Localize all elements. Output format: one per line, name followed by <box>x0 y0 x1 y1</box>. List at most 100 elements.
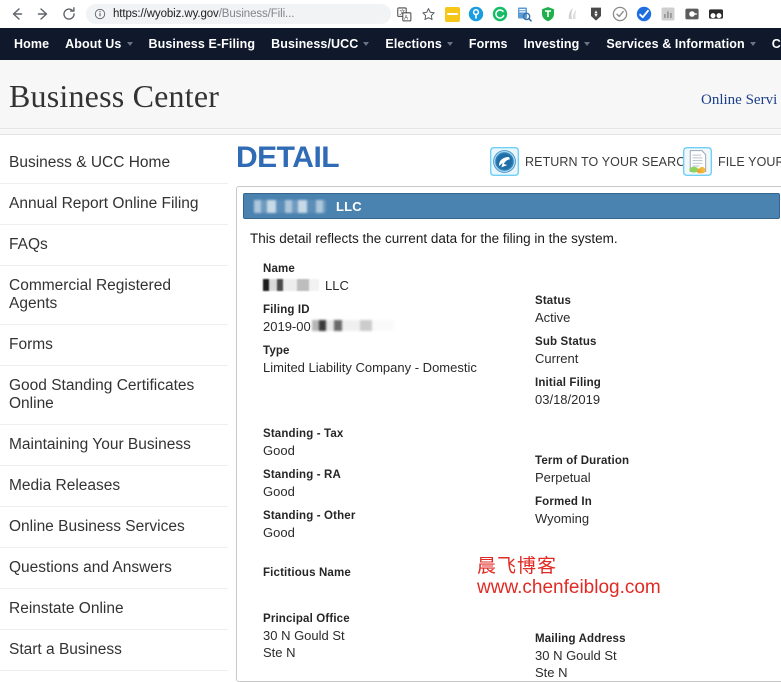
file-your-link[interactable]: FILE YOUR <box>683 147 781 176</box>
star-icon[interactable] <box>417 3 439 25</box>
sidebar-item-label: Commercial Registered Agents <box>9 277 171 312</box>
sidebar-item-questions-and-answers[interactable]: Questions and Answers <box>0 548 228 589</box>
field-formed-in: Formed In Wyoming <box>535 495 781 527</box>
field-name-label: Name <box>263 262 543 277</box>
nav-label: Elections <box>385 37 441 51</box>
chevron-down-icon <box>750 42 756 46</box>
nav-item-forms[interactable]: Forms <box>469 37 508 51</box>
sidebar-item-reinstate-online[interactable]: Reinstate Online <box>0 589 228 630</box>
extension-key-icon[interactable] <box>465 3 487 25</box>
back-arrow-icon[interactable] <box>4 1 30 27</box>
nav-item-contact[interactable]: Contact <box>772 37 781 51</box>
nav-item-about-us[interactable]: About Us <box>65 37 132 51</box>
field-mailing-address-label: Mailing Address <box>535 632 781 647</box>
nav-item-services-information[interactable]: Services & Information <box>606 37 755 51</box>
field-name: Name LLC <box>263 262 543 294</box>
extension-swirl-icon[interactable] <box>561 3 583 25</box>
field-type: Type Limited Liability Company - Domesti… <box>263 344 543 376</box>
field-status-value: Active <box>535 309 781 326</box>
field-standing-other-label: Standing - Other <box>263 509 543 524</box>
field-standing-ra-label: Standing - RA <box>263 468 543 483</box>
extension-dictionary-icon[interactable] <box>513 3 535 25</box>
return-to-search-label: RETURN TO YOUR SEARCH <box>525 155 695 169</box>
sidebar-item-maintaining-your-business[interactable]: Maintaining Your Business <box>0 425 228 466</box>
sidebar-item-label: Questions and Answers <box>9 559 172 576</box>
field-fictitious-name-label: Fictitious Name <box>263 566 543 581</box>
nav-label: Home <box>14 37 49 51</box>
field-sub-status-label: Sub Status <box>535 335 781 350</box>
field-principal-office: Principal Office 30 N Gould St Ste N <box>263 612 543 661</box>
sidebar-item-good-standing-certificates-online[interactable]: Good Standing Certificates Online <box>0 366 228 425</box>
nav-item-business-e-filing[interactable]: Business E-Filing <box>149 37 256 51</box>
sidebar: Business & UCC Home Annual Report Online… <box>0 135 228 642</box>
nav-label: Forms <box>469 37 508 51</box>
field-name-value: LLC <box>263 277 543 294</box>
field-sub-status: Sub Status Current <box>535 335 781 367</box>
extension-notes-icon[interactable] <box>441 3 463 25</box>
sidebar-item-start-a-business[interactable]: Start a Business <box>0 630 228 671</box>
nav-item-business-ucc[interactable]: Business/UCC <box>271 37 369 51</box>
sidebar-item-label: FAQs <box>9 236 48 253</box>
field-term-of-duration-value: Perpetual <box>535 469 781 486</box>
field-status: Status Active <box>535 294 781 326</box>
chevron-down-icon <box>127 42 133 46</box>
extension-badge-icon[interactable] <box>585 3 607 25</box>
field-type-value: Limited Liability Company - Domestic <box>263 359 543 376</box>
field-status-label: Status <box>535 294 781 309</box>
info-circle-icon[interactable] <box>94 8 106 20</box>
nav-item-home[interactable]: Home <box>14 37 49 51</box>
field-term-of-duration: Term of Duration Perpetual <box>535 454 781 486</box>
file-your-label: FILE YOUR <box>718 155 781 169</box>
fields-left-column: Name LLC Filing ID 2019-00 Type Limited … <box>263 262 543 670</box>
return-to-search-link[interactable]: RETURN TO YOUR SEARCH <box>490 147 695 176</box>
sidebar-item-label: Forms <box>9 336 53 353</box>
svg-text:A: A <box>404 15 408 21</box>
nav-label: About Us <box>65 37 121 51</box>
filing-id-redaction-block <box>312 320 394 331</box>
sidebar-item-label: Annual Report Online Filing <box>9 195 199 212</box>
site-navigation-bar: Home About Us Business E-Filing Business… <box>0 28 781 60</box>
reload-icon[interactable] <box>56 1 82 27</box>
sidebar-item-label: Maintaining Your Business <box>9 436 191 453</box>
field-standing-ra-value: Good <box>263 483 543 500</box>
extension-chart-grey-icon[interactable] <box>657 3 679 25</box>
sidebar-item-media-releases[interactable]: Media Releases <box>0 466 228 507</box>
nav-label: Business E-Filing <box>149 37 256 51</box>
extension-grammar-icon[interactable] <box>489 3 511 25</box>
browser-toolbar: https://wyobiz.wy.gov/Business/Fili... 文… <box>0 0 781 28</box>
nav-item-elections[interactable]: Elections <box>385 37 452 51</box>
field-initial-filing: Initial Filing 03/18/2019 <box>535 376 781 408</box>
field-standing-tax-label: Standing - Tax <box>263 427 543 442</box>
extension-check-circle-icon[interactable] <box>609 3 631 25</box>
field-filing-id-value: 2019-00 <box>263 318 543 335</box>
sidebar-item-commercial-registered-agents[interactable]: Commercial Registered Agents <box>0 266 228 325</box>
sidebar-item-annual-report-online-filing[interactable]: Annual Report Online Filing <box>0 184 228 225</box>
entity-suffix-label: LLC <box>336 199 362 214</box>
sidebar-item-faqs[interactable]: FAQs <box>0 225 228 266</box>
field-formed-in-value: Wyoming <box>535 510 781 527</box>
extension-glasses-icon[interactable] <box>705 3 727 25</box>
sidebar-item-forms[interactable]: Forms <box>0 325 228 366</box>
online-services-link[interactable]: Online Services <box>701 92 777 109</box>
nav-item-investing[interactable]: Investing <box>524 37 591 51</box>
extension-screen-icon[interactable] <box>681 3 703 25</box>
field-formed-in-label: Formed In <box>535 495 781 510</box>
translate-icon[interactable]: 文 A <box>393 3 415 25</box>
url-text: https://wyobiz.wy.gov/Business/Fili... <box>113 8 294 20</box>
sidebar-item-label: Start a Business <box>9 641 122 658</box>
field-mailing-address-line1: 30 N Gould St <box>535 647 781 664</box>
extension-blue-check-icon[interactable] <box>633 3 655 25</box>
nav-label: Contact <box>772 37 781 51</box>
field-filing-id-label: Filing ID <box>263 303 543 318</box>
sidebar-item-business-ucc-home[interactable]: Business & UCC Home <box>0 143 228 184</box>
nav-label: Investing <box>524 37 580 51</box>
chevron-down-icon <box>584 42 590 46</box>
field-principal-office-label: Principal Office <box>263 612 543 627</box>
sidebar-item-online-business-services[interactable]: Online Business Services <box>0 507 228 548</box>
field-standing-ra: Standing - RA Good <box>263 468 543 500</box>
forward-arrow-icon[interactable] <box>30 1 56 27</box>
detail-note: This detail reflects the current data fo… <box>243 219 780 246</box>
address-bar[interactable]: https://wyobiz.wy.gov/Business/Fili... <box>86 4 391 24</box>
field-mailing-address: Mailing Address 30 N Gould St Ste N <box>535 632 781 681</box>
extension-shield-green-icon[interactable] <box>537 3 559 25</box>
